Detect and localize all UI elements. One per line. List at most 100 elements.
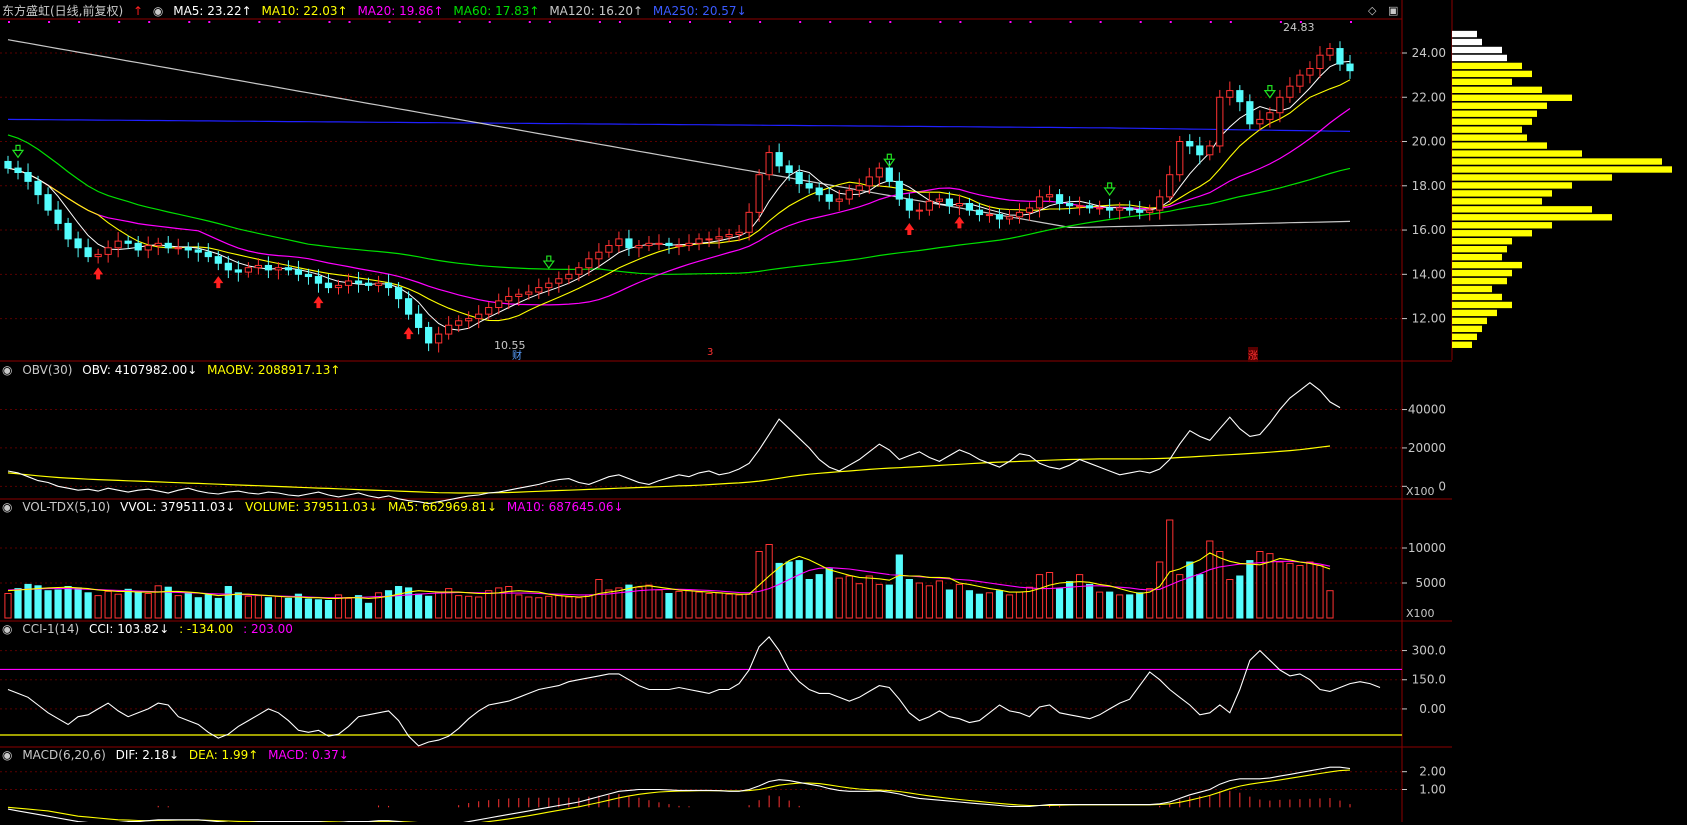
volume-bar[interactable] bbox=[545, 595, 553, 619]
candle-body[interactable] bbox=[1055, 194, 1064, 204]
volume-bar[interactable] bbox=[935, 580, 943, 619]
volume-bar[interactable] bbox=[915, 582, 923, 619]
candle-body[interactable] bbox=[505, 295, 513, 302]
volume-bar[interactable] bbox=[224, 586, 232, 619]
volume-bar[interactable] bbox=[885, 584, 893, 619]
volume-bar[interactable] bbox=[134, 591, 142, 619]
candle-body[interactable] bbox=[895, 180, 903, 200]
candle-body[interactable] bbox=[525, 291, 533, 295]
volume-bar[interactable] bbox=[805, 579, 813, 619]
volume-bar[interactable] bbox=[975, 593, 984, 619]
candle-body[interactable] bbox=[615, 238, 623, 247]
candle-body[interactable] bbox=[374, 282, 383, 286]
volume-bar[interactable] bbox=[465, 595, 473, 619]
candle-body[interactable] bbox=[1075, 205, 1084, 208]
volume-bar[interactable] bbox=[64, 586, 72, 619]
volume-bar[interactable] bbox=[785, 561, 793, 619]
volume-bar[interactable] bbox=[725, 593, 733, 619]
candle-body[interactable] bbox=[465, 318, 473, 322]
volume-bar[interactable] bbox=[1216, 551, 1224, 619]
volume-bar[interactable] bbox=[1246, 560, 1254, 619]
candle-body[interactable] bbox=[1226, 90, 1234, 98]
volume-bar[interactable] bbox=[745, 593, 753, 619]
candle-body[interactable] bbox=[655, 242, 663, 245]
cci-label[interactable]: CCI-1(14) bbox=[22, 622, 79, 636]
candle-body[interactable] bbox=[415, 313, 423, 328]
candle-body[interactable] bbox=[625, 238, 633, 249]
candle-body[interactable] bbox=[715, 236, 723, 240]
volume-bar[interactable] bbox=[685, 590, 693, 619]
volume-bar[interactable] bbox=[1296, 565, 1304, 619]
window-toggle-icon[interactable]: ▣ bbox=[1388, 4, 1398, 17]
volume-bar[interactable] bbox=[154, 585, 162, 619]
candle-body[interactable] bbox=[394, 287, 403, 300]
candle-body[interactable] bbox=[845, 189, 853, 200]
candle-body[interactable] bbox=[745, 211, 753, 233]
volume-bar[interactable] bbox=[945, 589, 954, 619]
candle-body[interactable] bbox=[334, 284, 343, 289]
candle-body[interactable] bbox=[164, 242, 172, 249]
candle-body[interactable] bbox=[955, 202, 964, 207]
volume-bar[interactable] bbox=[705, 593, 713, 619]
volume-bar[interactable] bbox=[435, 591, 443, 619]
volume-bar[interactable] bbox=[174, 595, 182, 619]
volume-bar[interactable] bbox=[124, 588, 132, 619]
candle-body[interactable] bbox=[455, 320, 463, 326]
volume-bar[interactable] bbox=[4, 593, 12, 619]
volume-bar[interactable] bbox=[665, 593, 673, 619]
candle-body[interactable] bbox=[695, 238, 703, 244]
candle-body[interactable] bbox=[965, 202, 974, 211]
volume-bar[interactable] bbox=[304, 598, 313, 619]
volume-bar[interactable] bbox=[485, 590, 493, 619]
candle-body[interactable] bbox=[585, 258, 593, 269]
volume-bar[interactable] bbox=[1306, 561, 1314, 619]
volume-bar[interactable] bbox=[244, 595, 252, 619]
candle-body[interactable] bbox=[104, 247, 112, 255]
candle-body[interactable] bbox=[114, 240, 122, 249]
candle-body[interactable] bbox=[284, 267, 293, 271]
candle-body[interactable] bbox=[435, 333, 443, 344]
volume-bar[interactable] bbox=[104, 590, 112, 619]
volume-bar[interactable] bbox=[1136, 592, 1144, 619]
volume-bar[interactable] bbox=[905, 579, 913, 619]
volume-bar[interactable] bbox=[455, 595, 463, 619]
candle-body[interactable] bbox=[705, 238, 713, 241]
vol-label[interactable]: VOL-TDX(5,10) bbox=[22, 500, 110, 514]
candle-body[interactable] bbox=[44, 194, 52, 211]
candle-body[interactable] bbox=[475, 313, 483, 320]
volume-bar[interactable] bbox=[354, 595, 363, 619]
volume-bar[interactable] bbox=[1146, 588, 1154, 619]
candle-body[interactable] bbox=[1045, 194, 1054, 198]
candle-body[interactable] bbox=[274, 267, 283, 271]
volume-bar[interactable] bbox=[925, 585, 933, 619]
volume-bar[interactable] bbox=[815, 574, 823, 619]
candle-body[interactable] bbox=[1106, 207, 1114, 211]
candle-body[interactable] bbox=[134, 242, 142, 251]
volume-bar[interactable] bbox=[1086, 583, 1094, 619]
candle-body[interactable] bbox=[1166, 174, 1174, 198]
volume-bar[interactable] bbox=[1045, 572, 1054, 619]
candle-body[interactable] bbox=[865, 176, 873, 187]
volume-bar[interactable] bbox=[425, 595, 433, 619]
volume-bar[interactable] bbox=[1035, 574, 1044, 619]
candle-body[interactable] bbox=[595, 251, 603, 260]
volume-bar[interactable] bbox=[364, 602, 373, 619]
candle-body[interactable] bbox=[1116, 207, 1124, 211]
volume-bar[interactable] bbox=[1266, 553, 1274, 619]
candle-body[interactable] bbox=[975, 209, 984, 216]
volume-bar[interactable] bbox=[214, 597, 222, 619]
volume-bar[interactable] bbox=[84, 592, 92, 619]
volume-bar[interactable] bbox=[1196, 574, 1204, 619]
candle-body[interactable] bbox=[214, 256, 222, 264]
candle-body[interactable] bbox=[1015, 211, 1024, 218]
candle-body[interactable] bbox=[304, 273, 313, 278]
candle-body[interactable] bbox=[855, 185, 863, 191]
volume-bar[interactable] bbox=[985, 592, 994, 619]
volume-bar[interactable] bbox=[294, 593, 303, 619]
candle-body[interactable] bbox=[665, 242, 673, 247]
candle-body[interactable] bbox=[204, 251, 212, 258]
candle-body[interactable] bbox=[635, 245, 643, 249]
volume-bar[interactable] bbox=[394, 586, 403, 619]
settings-circle-icon[interactable]: ◉ bbox=[2, 622, 12, 636]
candle-body[interactable] bbox=[825, 194, 833, 202]
